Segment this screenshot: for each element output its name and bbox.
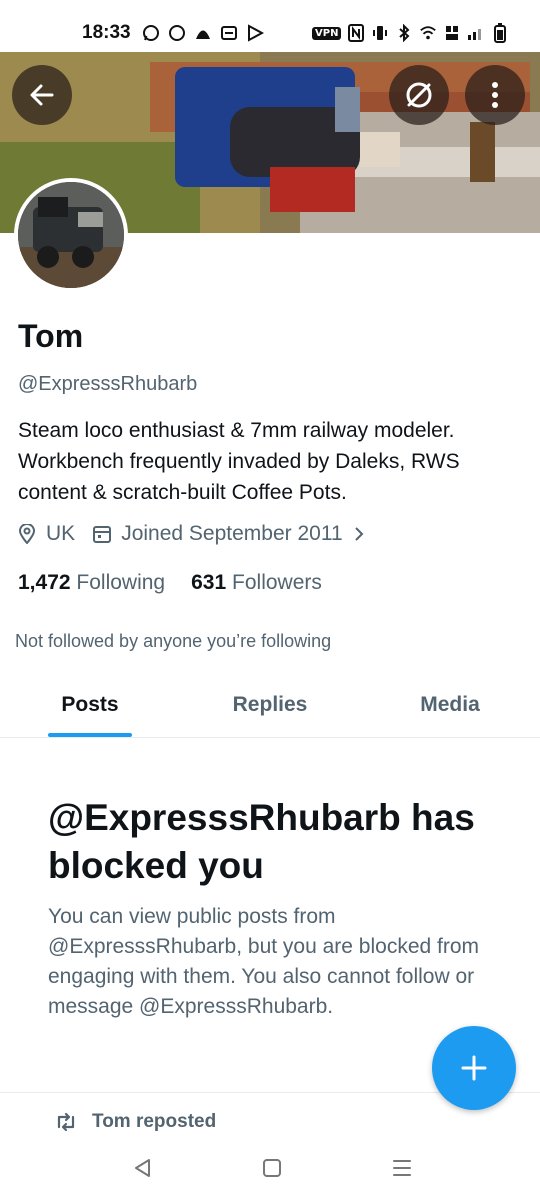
joined-text: Joined September 2011 <box>121 522 343 545</box>
repost-indicator: Tom reposted <box>54 1111 216 1133</box>
display-name: Tom <box>18 318 84 354</box>
play-store-icon <box>246 24 264 42</box>
location-text: UK <box>46 522 76 545</box>
avatar-image <box>18 182 124 288</box>
tab-media[interactable]: Media <box>360 672 540 737</box>
calendar-icon <box>220 24 238 42</box>
whatsapp-icon <box>142 24 160 42</box>
joined-date[interactable]: Joined September 2011 <box>93 522 364 546</box>
blocked-title: @ExpresssRhubarb has blocked you <box>48 797 475 886</box>
status-time: 18:33 <box>82 22 131 43</box>
tab-replies[interactable]: Replies <box>180 672 360 737</box>
chat-bubble-icon <box>168 24 186 42</box>
nfc-icon <box>347 24 365 42</box>
back-button[interactable] <box>12 65 72 125</box>
triangle-back-icon <box>135 1159 150 1177</box>
menu-lines-icon <box>393 1160 411 1176</box>
plus-icon <box>461 1055 487 1081</box>
followers-count: 631 <box>191 571 227 594</box>
battery-icon <box>491 23 509 43</box>
tab-posts-label: Posts <box>61 692 119 716</box>
avatar[interactable] <box>14 178 128 292</box>
calendar-icon <box>93 526 112 543</box>
profile-handle: @ExpresssRhubarb <box>18 373 198 395</box>
compose-button[interactable] <box>432 1026 516 1110</box>
volte-icon <box>443 24 461 42</box>
blocked-description: You can view public posts from @Expresss… <box>48 905 480 1018</box>
location: UK <box>18 522 75 546</box>
app-icon <box>194 24 212 42</box>
square-home-icon <box>263 1159 281 1177</box>
tab-replies-label: Replies <box>232 692 308 716</box>
arrow-left-icon <box>30 84 54 106</box>
repost-text: Tom reposted <box>92 1111 217 1132</box>
grok-icon <box>406 82 432 108</box>
wifi-icon <box>419 24 437 42</box>
tab-active-indicator <box>48 733 132 737</box>
following-count: 1,472 <box>18 571 71 594</box>
following-label: Following <box>76 571 166 594</box>
followers-stat[interactable]: 631 Followers <box>191 571 322 595</box>
grok-button[interactable] <box>389 65 449 125</box>
status-right-icons: VPN <box>312 23 509 43</box>
nav-home-button[interactable] <box>252 1150 292 1186</box>
location-pin-icon <box>18 524 36 544</box>
not-followed-text: Not followed by anyone you’re following <box>15 631 332 651</box>
chevron-right-icon <box>354 527 364 541</box>
profile-bio: Steam loco enthusiast & 7mm railway mode… <box>18 419 460 504</box>
system-nav-bar <box>0 1136 540 1199</box>
signal-icon <box>467 24 485 42</box>
followers-label: Followers <box>232 571 322 594</box>
vibrate-icon <box>371 24 389 42</box>
profile-tabs: Posts Replies Media <box>0 672 540 738</box>
tab-media-label: Media <box>420 692 480 716</box>
status-left-icons <box>142 24 264 42</box>
following-stat[interactable]: 1,472 Following <box>18 571 165 595</box>
more-options-button[interactable] <box>465 65 525 125</box>
repost-icon <box>57 1112 75 1132</box>
nav-recents-button[interactable] <box>382 1150 422 1186</box>
follow-stats: 1,472 Following 631 Followers <box>18 571 348 595</box>
status-bar: 18:33 VPN <box>0 0 540 52</box>
more-vertical-icon <box>492 82 498 108</box>
nav-back-button[interactable] <box>123 1150 163 1186</box>
tab-posts[interactable]: Posts <box>0 672 180 737</box>
vpn-badge: VPN <box>312 26 342 40</box>
bluetooth-icon <box>395 24 413 42</box>
profile-meta: UK Joined September 2011 <box>18 522 383 546</box>
